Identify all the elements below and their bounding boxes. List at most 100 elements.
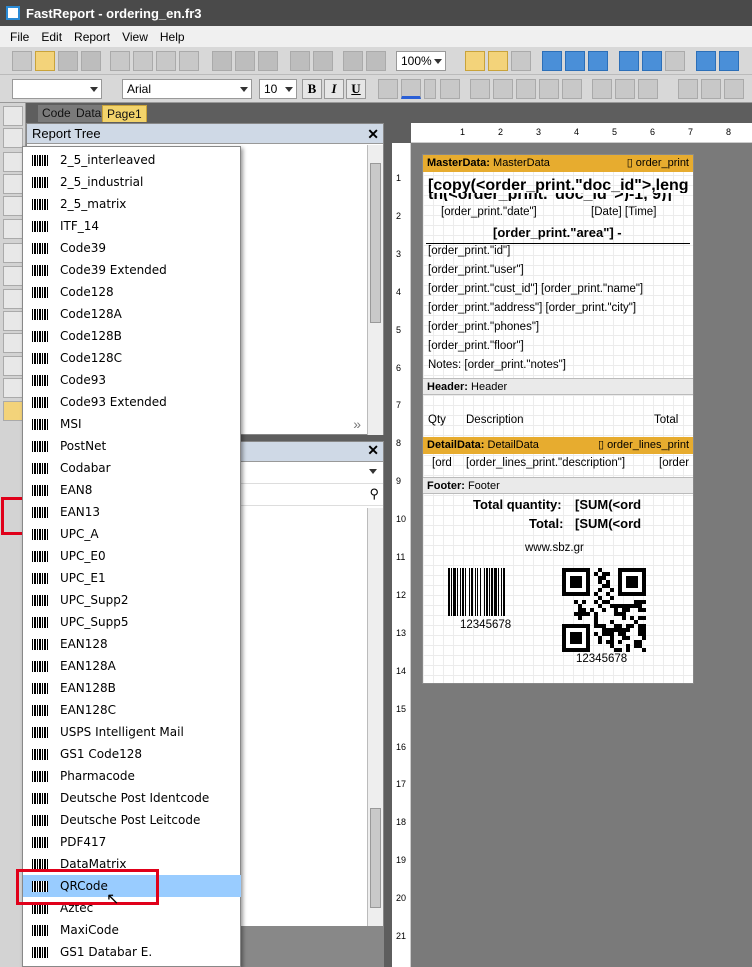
tab-page1[interactable]: Page1	[102, 105, 147, 122]
total-quantity-label[interactable]: Total quantity:	[473, 497, 562, 512]
barcode-type-item[interactable]: 2_5_interleaved	[23, 149, 241, 171]
show-grid-icon[interactable]	[465, 51, 485, 71]
align-bottom-icon[interactable]	[665, 51, 685, 71]
date-field[interactable]: [order_print."date"]	[441, 206, 537, 218]
barcode-type-item[interactable]: UPC_Supp2	[23, 589, 241, 611]
barcode-type-item[interactable]: USPS Intelligent Mail	[23, 721, 241, 743]
select-tool-icon[interactable]	[3, 106, 23, 126]
barcode-type-item[interactable]: Code93 Extended	[23, 391, 241, 413]
undo-icon[interactable]	[290, 51, 310, 71]
barcode-type-item[interactable]: Code128C	[23, 347, 241, 369]
font-color-icon[interactable]	[401, 79, 421, 99]
text-align-vcenter-icon[interactable]	[615, 79, 635, 99]
barcode-type-item[interactable]: GS1 Databar E.	[23, 941, 241, 963]
band-tool-icon[interactable]	[3, 219, 23, 239]
subreport-object-icon[interactable]	[3, 289, 23, 309]
footer-band[interactable]: Footer: Footer	[423, 477, 693, 494]
hand-tool-icon[interactable]	[3, 128, 23, 148]
text-object-icon[interactable]	[3, 243, 23, 263]
scrollbar-thumb[interactable]	[370, 163, 381, 323]
barcode-type-item[interactable]: Pharmacode	[23, 765, 241, 787]
total-field[interactable]: [SUM(<ord	[575, 516, 641, 531]
qrcode-object[interactable]	[562, 568, 646, 652]
date-time-field[interactable]: [Date] [Time]	[591, 206, 656, 218]
same-size-icon[interactable]	[719, 51, 739, 71]
detail-description-field[interactable]: [order_lines_print."description"]	[466, 457, 625, 469]
website-text[interactable]: www.sbz.gr	[525, 542, 584, 554]
close-icon[interactable]: ✕	[367, 124, 379, 144]
align-to-grid-icon[interactable]	[488, 51, 508, 71]
style-select[interactable]	[12, 79, 102, 99]
text-tool-icon[interactable]	[3, 174, 23, 194]
delete-page-icon[interactable]	[156, 51, 176, 71]
order-field[interactable]: Notes: [order_print."notes"]	[428, 359, 566, 371]
page-settings-icon[interactable]	[179, 51, 199, 71]
barcode-type-item[interactable]: MSI	[23, 413, 241, 435]
barcode-tool-icon[interactable]	[3, 401, 23, 421]
order-field[interactable]: [order_print."id"]	[428, 245, 510, 257]
data-tree-scrollbar[interactable]	[367, 508, 383, 926]
draw-tool-icon[interactable]	[3, 311, 23, 331]
picture-object-icon[interactable]	[3, 266, 23, 286]
detaildata-band[interactable]: DetailData: DetailData ▯ order_lines_pri…	[423, 437, 693, 454]
ungroup-icon[interactable]	[366, 51, 386, 71]
barcode-type-item[interactable]: EAN8	[23, 479, 241, 501]
header-band[interactable]: Header: Header	[423, 378, 693, 395]
barcode-type-item[interactable]: EAN13	[23, 501, 241, 523]
zoom-select[interactable]: 100%	[396, 51, 446, 71]
bold-button[interactable]: B	[302, 79, 322, 99]
font-size-select[interactable]: 10	[259, 79, 297, 99]
text-align-right-icon[interactable]	[539, 79, 559, 99]
barcode-type-item[interactable]: 2_5_industrial	[23, 171, 241, 193]
report-page[interactable]: MasterData: MasterData ▯ order_print [co…	[422, 154, 694, 684]
doc-id-expression[interactable]: [copy(<order_print."doc_id">,leng	[428, 177, 690, 193]
chart-object-icon[interactable]	[3, 378, 23, 398]
barcode-type-item[interactable]: UPC_E1	[23, 567, 241, 589]
fit-to-grid-icon[interactable]	[511, 51, 531, 71]
barcode-type-item[interactable]: EAN128A	[23, 655, 241, 677]
save-icon[interactable]	[58, 51, 78, 71]
menu-edit[interactable]: Edit	[35, 30, 68, 44]
menu-report[interactable]: Report	[68, 30, 116, 44]
frame-all-icon[interactable]	[724, 79, 744, 99]
order-field[interactable]: [order_print."phones"]	[428, 321, 539, 333]
barcode-type-item[interactable]: Codabar	[23, 457, 241, 479]
total-header[interactable]: Total	[654, 414, 678, 426]
barcode-type-item[interactable]: Code128	[23, 281, 241, 303]
new-page-icon[interactable]	[110, 51, 130, 71]
barcode-type-item[interactable]: Code128A	[23, 303, 241, 325]
report-tree-scrollbar[interactable]	[367, 145, 383, 435]
system-text-icon[interactable]	[3, 333, 23, 353]
barcode-type-item[interactable]: UPC_A	[23, 523, 241, 545]
frame-top-icon[interactable]	[678, 79, 698, 99]
menu-file[interactable]: File	[4, 30, 35, 44]
frame-bottom-icon[interactable]	[701, 79, 721, 99]
barcode-type-item[interactable]: Code39	[23, 237, 241, 259]
description-header[interactable]: Description	[466, 414, 524, 426]
menu-help[interactable]: Help	[154, 30, 191, 44]
barcode-type-item[interactable]: EAN128B	[23, 677, 241, 699]
linear-barcode-object[interactable]	[448, 568, 528, 616]
barcode-type-item[interactable]: UPC_E0	[23, 545, 241, 567]
text-align-center-icon[interactable]	[516, 79, 536, 99]
order-field[interactable]: [order_print."cust_id"] [order_print."na…	[428, 283, 643, 295]
align-center-icon[interactable]	[565, 51, 585, 71]
cut-icon[interactable]	[212, 51, 232, 71]
barcode-type-item[interactable]: Deutsche Post Identcode	[23, 787, 241, 809]
search-icon[interactable]: ⚲	[369, 486, 379, 502]
new-dialog-icon[interactable]	[133, 51, 153, 71]
doc-id-expression-cont[interactable]: th(<order_print."doc_id">)-1, 9)]	[428, 193, 690, 201]
tab-data[interactable]: Data	[72, 105, 106, 122]
text-align-top-icon[interactable]	[592, 79, 612, 99]
text-align-justify-icon[interactable]	[562, 79, 582, 99]
redo-icon[interactable]	[313, 51, 333, 71]
paste-icon[interactable]	[258, 51, 278, 71]
order-field[interactable]: [order_print."floor"]	[428, 340, 524, 352]
barcode-type-item[interactable]: EAN128C	[23, 699, 241, 721]
detail-qty-field[interactable]: [ord	[432, 457, 452, 469]
spacing-icon[interactable]	[696, 51, 716, 71]
barcode-type-item[interactable]: 2_5_matrix	[23, 193, 241, 215]
barcode-type-item[interactable]: UPC_Supp5	[23, 611, 241, 633]
highlight-icon[interactable]	[440, 79, 460, 99]
font-name-select[interactable]: Arial	[122, 79, 252, 99]
